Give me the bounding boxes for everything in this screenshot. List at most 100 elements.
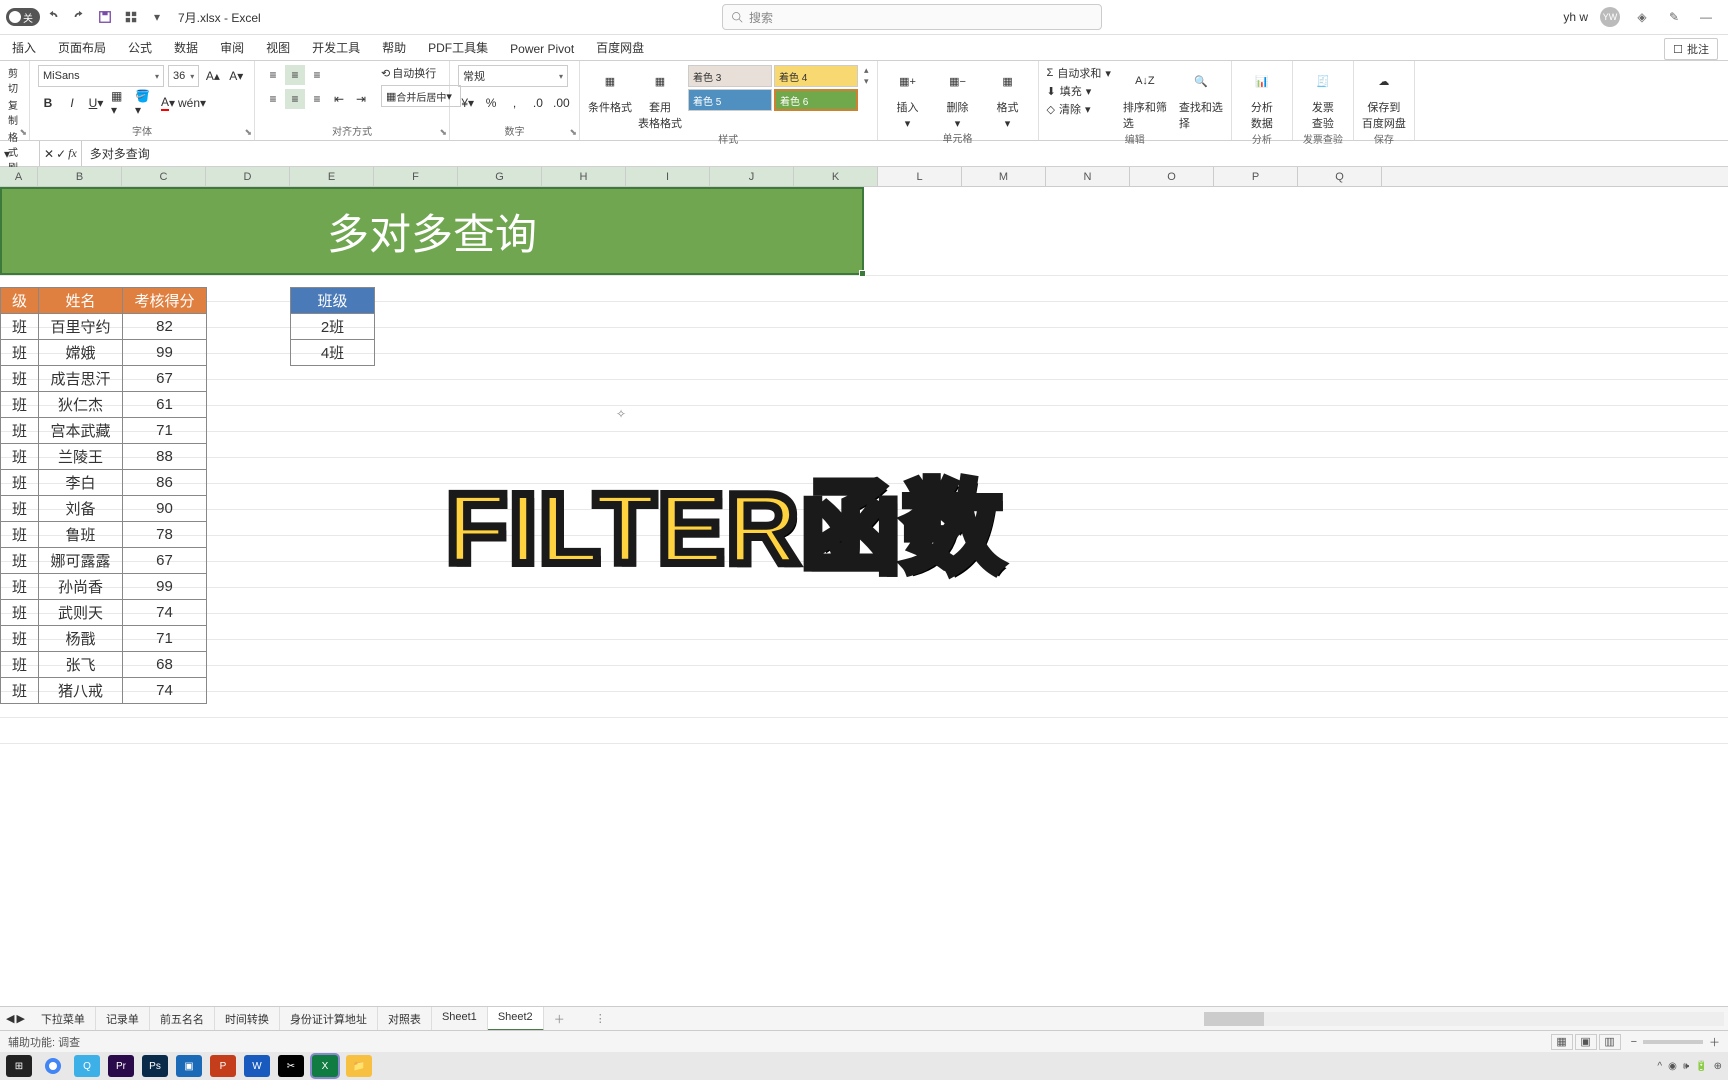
align-launcher[interactable]: ⬊ bbox=[439, 127, 447, 138]
number-launcher[interactable]: ⬊ bbox=[569, 127, 577, 138]
find-select-button[interactable]: 🔍查找和选择 bbox=[1179, 65, 1223, 131]
view-pagelayout-button[interactable]: ▣ bbox=[1575, 1034, 1597, 1050]
capcut-icon[interactable]: ✂ bbox=[278, 1055, 304, 1077]
align-middle-button[interactable]: ≡ bbox=[285, 65, 305, 85]
powerpoint-icon[interactable]: P bbox=[210, 1055, 236, 1077]
col-header-K[interactable]: K bbox=[794, 167, 878, 186]
cut-button[interactable]: 剪切 bbox=[8, 65, 21, 95]
title-merged-cell[interactable]: 多对多查询 bbox=[0, 187, 864, 275]
format-cells-button[interactable]: ▦格式▾ bbox=[986, 65, 1030, 130]
delete-cells-button[interactable]: ▦−删除▾ bbox=[936, 65, 980, 130]
browser-icon[interactable]: Q bbox=[74, 1055, 100, 1077]
fill-button[interactable]: ⬇ 填充 ▾ bbox=[1047, 83, 1111, 99]
start-button[interactable]: ⊞ bbox=[6, 1055, 32, 1077]
clipboard-launcher[interactable]: ⬊ bbox=[19, 127, 27, 138]
zoom-out-button[interactable]: − bbox=[1631, 1036, 1637, 1048]
table-row[interactable]: 班李白86 bbox=[1, 470, 207, 496]
insert-cells-button[interactable]: ▦+插入▾ bbox=[886, 65, 930, 130]
tab-help[interactable]: 帮助 bbox=[380, 35, 408, 60]
table-row[interactable]: 班武则天74 bbox=[1, 600, 207, 626]
style-swatch-4[interactable]: 着色 4 bbox=[774, 65, 858, 87]
chrome-icon[interactable] bbox=[40, 1055, 66, 1077]
col-header-E[interactable]: E bbox=[290, 167, 374, 186]
autosave-switch[interactable]: 关 bbox=[6, 8, 40, 26]
zoom-slider[interactable] bbox=[1643, 1040, 1703, 1044]
col-header-P[interactable]: P bbox=[1214, 167, 1298, 186]
undo-button[interactable] bbox=[42, 6, 64, 28]
font-launcher[interactable]: ⬊ bbox=[244, 127, 252, 138]
col-header-A[interactable]: A bbox=[0, 167, 38, 186]
align-bottom-button[interactable]: ≡ bbox=[307, 65, 327, 85]
grow-font-button[interactable]: A▴ bbox=[203, 66, 222, 86]
currency-button[interactable]: ¥▾ bbox=[458, 93, 477, 113]
sheet-tab[interactable]: 下拉菜单 bbox=[31, 1007, 96, 1031]
pen-icon[interactable]: ✎ bbox=[1664, 7, 1684, 27]
enter-formula-button[interactable]: ✓ bbox=[56, 147, 66, 161]
sheet-tab[interactable]: 前五名名 bbox=[150, 1007, 215, 1031]
inc-decimal-button[interactable]: .0 bbox=[528, 93, 547, 113]
fx-button[interactable]: fx bbox=[68, 146, 77, 161]
tab-layout[interactable]: 页面布局 bbox=[56, 35, 108, 60]
wrap-text-button[interactable]: ⟲ 自动换行 bbox=[381, 65, 461, 81]
col-header-Q[interactable]: Q bbox=[1298, 167, 1382, 186]
sheet-next-button[interactable]: ▶ bbox=[16, 1012, 24, 1025]
phonetic-button[interactable]: wén▾ bbox=[182, 93, 202, 113]
sheet-tab[interactable]: 对照表 bbox=[378, 1007, 432, 1031]
align-top-button[interactable]: ≡ bbox=[263, 65, 283, 85]
number-format-combo[interactable]: 常规▾ bbox=[458, 65, 568, 87]
cancel-formula-button[interactable]: ✕ bbox=[44, 147, 54, 161]
autosum-button[interactable]: Σ 自动求和 ▾ bbox=[1047, 65, 1111, 81]
zoom-in-button[interactable]: ＋ bbox=[1709, 1034, 1720, 1050]
tab-insert[interactable]: 插入 bbox=[10, 35, 38, 60]
underline-button[interactable]: U ▾ bbox=[86, 93, 106, 113]
sheet-tab[interactable]: 身份证计算地址 bbox=[280, 1007, 378, 1031]
tab-review[interactable]: 审阅 bbox=[218, 35, 246, 60]
col-header-H[interactable]: H bbox=[542, 167, 626, 186]
save-baidu-button[interactable]: ☁保存到 百度网盘 bbox=[1362, 65, 1406, 131]
format-table-button[interactable]: ▦套用 表格格式 bbox=[638, 65, 682, 131]
col-header-B[interactable]: B bbox=[38, 167, 122, 186]
style-swatch-3[interactable]: 着色 3 bbox=[688, 65, 772, 87]
search-input[interactable]: 搜索 bbox=[722, 4, 1102, 30]
table-row[interactable]: 班百里守约82 bbox=[1, 314, 207, 340]
col-header-G[interactable]: G bbox=[458, 167, 542, 186]
view-pagebreak-button[interactable]: ▥ bbox=[1599, 1034, 1621, 1050]
fill-color-button[interactable]: 🪣▾ bbox=[134, 93, 154, 113]
font-size-combo[interactable]: 36▾ bbox=[168, 65, 199, 87]
avatar[interactable]: YW bbox=[1600, 7, 1620, 27]
border-button[interactable]: ▦ ▾ bbox=[110, 93, 130, 113]
tab-developer[interactable]: 开发工具 bbox=[310, 35, 362, 60]
excel-icon[interactable]: X bbox=[312, 1055, 338, 1077]
system-tray[interactable]: ^◉🕪🔋⊕ bbox=[1657, 1061, 1722, 1072]
tab-view[interactable]: 视图 bbox=[264, 35, 292, 60]
comma-button[interactable]: , bbox=[505, 93, 524, 113]
diamond-icon[interactable]: ◈ bbox=[1632, 7, 1652, 27]
premiere-icon[interactable]: Pr bbox=[108, 1055, 134, 1077]
sheet-prev-button[interactable]: ◀ bbox=[6, 1012, 14, 1025]
table-row[interactable]: 班孙尚香99 bbox=[1, 574, 207, 600]
table-row[interactable]: 班宫本武藏71 bbox=[1, 418, 207, 444]
table-row[interactable]: 班娜可露露67 bbox=[1, 548, 207, 574]
shrink-font-button[interactable]: A▾ bbox=[227, 66, 246, 86]
table-row[interactable]: 班兰陵王88 bbox=[1, 444, 207, 470]
analyze-data-button[interactable]: 📊分析 数据 bbox=[1240, 65, 1284, 131]
minimize-button[interactable]: — bbox=[1696, 7, 1716, 27]
table-row[interactable]: 班成吉思汗67 bbox=[1, 366, 207, 392]
indent-dec-button[interactable]: ⇤ bbox=[329, 89, 349, 109]
horizontal-scrollbar[interactable] bbox=[1204, 1012, 1724, 1026]
tab-powerpivot[interactable]: Power Pivot bbox=[508, 38, 576, 60]
table-row[interactable]: 班嫦娥99 bbox=[1, 340, 207, 366]
style-swatch-5[interactable]: 着色 5 bbox=[688, 89, 772, 111]
redo-button[interactable] bbox=[68, 6, 90, 28]
sheet-tab[interactable]: 时间转换 bbox=[215, 1007, 280, 1031]
add-sheet-button[interactable]: ＋ bbox=[544, 1007, 575, 1031]
table-row[interactable]: 班张飞68 bbox=[1, 652, 207, 678]
col-header-I[interactable]: I bbox=[626, 167, 710, 186]
col-header-M[interactable]: M bbox=[962, 167, 1046, 186]
bold-button[interactable]: B bbox=[38, 93, 58, 113]
comments-button[interactable]: ☐ 批注 bbox=[1664, 38, 1718, 60]
table-row[interactable]: 班杨戬71 bbox=[1, 626, 207, 652]
word-icon[interactable]: W bbox=[244, 1055, 270, 1077]
tab-data[interactable]: 数据 bbox=[172, 35, 200, 60]
lookup-cell[interactable]: 4班 bbox=[291, 340, 375, 366]
